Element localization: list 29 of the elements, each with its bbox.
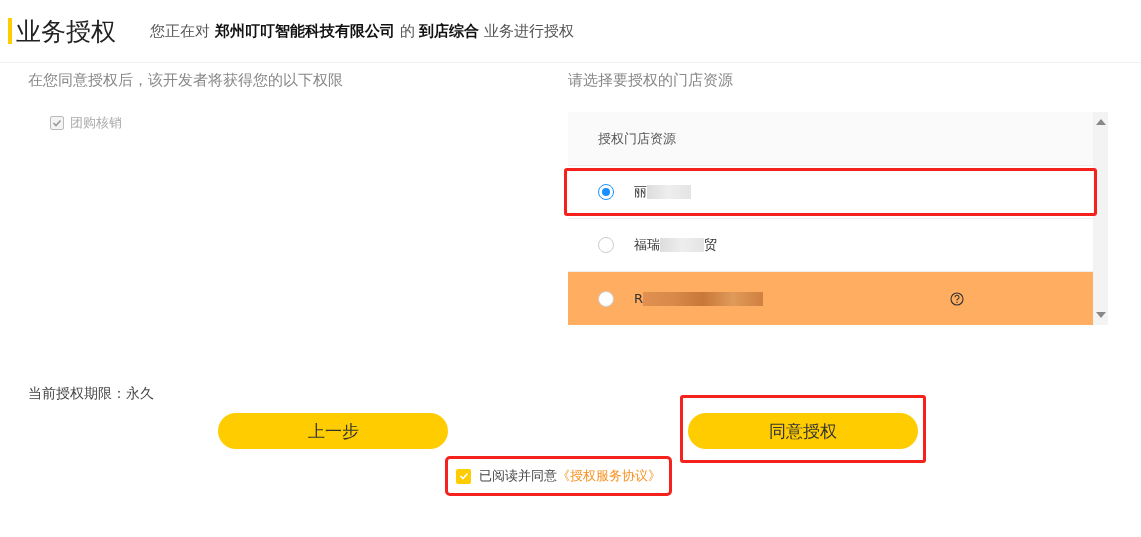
store-name: R xyxy=(634,291,644,306)
scroll-up-icon[interactable] xyxy=(1095,118,1106,125)
subtitle: 您正在对 郑州叮叮智能科技有限公司 的 到店综合 业务进行授权 xyxy=(150,21,575,41)
check-icon xyxy=(458,471,469,481)
permission-label: 团购核销 xyxy=(70,114,122,132)
permissions-heading: 在您同意授权后，该开发者将获得您的以下权限 xyxy=(28,71,343,90)
help-icon[interactable] xyxy=(950,291,964,306)
store-row[interactable]: 福瑞 贸 xyxy=(568,219,1093,272)
radio-button[interactable] xyxy=(598,290,614,307)
store-row[interactable]: R xyxy=(568,272,1093,325)
store-name: 丽 xyxy=(634,183,647,201)
agreement-text: 已阅读并同意《授权服务协议》 xyxy=(479,467,661,485)
check-icon xyxy=(52,118,62,128)
store-name: 福瑞 xyxy=(634,236,660,254)
radio-button[interactable] xyxy=(598,237,614,253)
column-header: 授权门店资源 xyxy=(598,129,676,148)
scrollbar[interactable] xyxy=(1093,112,1108,325)
term-label: 当前授权期限：永久 xyxy=(27,385,154,403)
accent-bar xyxy=(8,18,12,44)
radio-button[interactable] xyxy=(598,184,614,200)
stores-heading: 请选择要授权的门店资源 xyxy=(568,71,733,90)
checkbox[interactable] xyxy=(456,468,471,484)
store-name-end: 贸 xyxy=(704,236,717,254)
page-title: 业务授权 xyxy=(16,15,116,48)
redaction-blur xyxy=(647,185,691,199)
scroll-down-icon[interactable] xyxy=(1095,312,1106,319)
agree-button[interactable]: 同意授权 xyxy=(688,413,918,449)
back-button[interactable]: 上一步 xyxy=(218,413,448,449)
redaction-blur xyxy=(660,238,704,252)
